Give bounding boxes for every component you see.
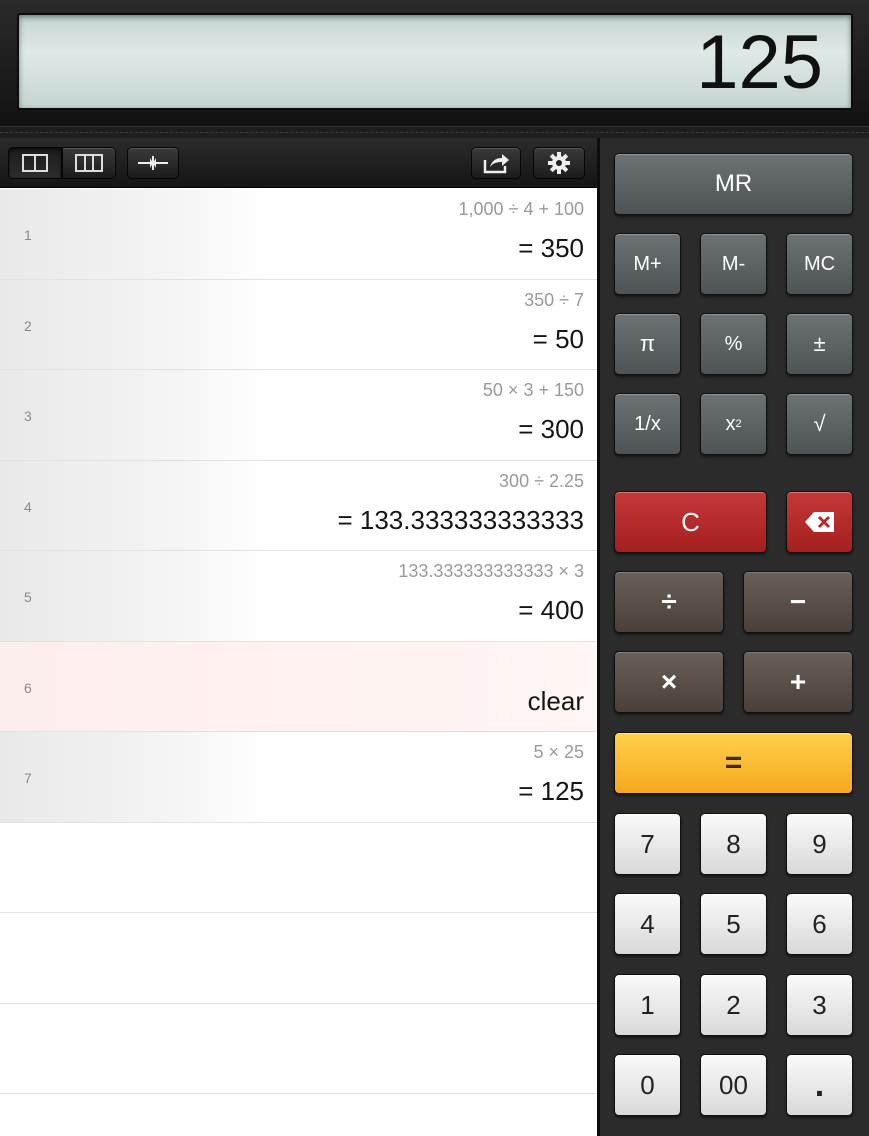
multiply-button[interactable]: ×	[614, 651, 724, 713]
row-result: = 400	[518, 595, 584, 625]
add-button[interactable]: +	[743, 651, 853, 713]
double-zero-button[interactable]: 00	[700, 1054, 767, 1116]
history-row-clear[interactable]: 6 clear	[0, 641, 597, 732]
row-index: 2	[24, 317, 32, 334]
layout-three-column-button[interactable]	[62, 147, 116, 179]
digit-3-button[interactable]: 3	[786, 974, 853, 1036]
plus-minus-button[interactable]: ±	[786, 313, 853, 375]
digit-9-button[interactable]: 9	[786, 813, 853, 875]
row-result: = 133.333333333333	[337, 504, 584, 535]
settings-button[interactable]	[533, 147, 585, 179]
square-root-button[interactable]: √	[786, 393, 853, 455]
percent-button[interactable]: %	[700, 313, 767, 375]
digit-4-button[interactable]: 4	[614, 893, 681, 955]
collapse-button[interactable]	[127, 147, 179, 179]
share-button[interactable]	[471, 147, 521, 179]
history-row-empty	[0, 913, 597, 1004]
history-row-empty	[0, 1003, 597, 1094]
display-screen: 125	[17, 13, 853, 110]
memory-recall-button[interactable]: MR	[614, 153, 853, 215]
backspace-icon	[804, 512, 834, 532]
digit-1-button[interactable]: 1	[614, 974, 681, 1036]
digit-7-button[interactable]: 7	[614, 813, 681, 875]
history-row[interactable]: 5 133.333333333333 × 3 = 400	[0, 551, 597, 642]
row-expression: 1,000 ÷ 4 + 100	[458, 199, 584, 219]
display-frame: 125	[0, 0, 869, 126]
row-expression: 5 × 25	[533, 742, 584, 762]
subtract-button[interactable]: −	[743, 571, 853, 633]
digit-5-button[interactable]: 5	[700, 893, 767, 955]
digit-6-button[interactable]: 6	[786, 893, 853, 955]
history-row[interactable]: 1 1,000 ÷ 4 + 100 = 350	[0, 189, 597, 280]
history-list: 1 1,000 ÷ 4 + 100 = 350 2 350 ÷ 7 = 50 3…	[0, 189, 597, 1136]
display-value: 125	[696, 20, 823, 105]
row-result: = 300	[518, 414, 584, 444]
square-base-label: x	[725, 412, 736, 435]
memory-subtract-button[interactable]: M-	[700, 233, 767, 295]
reciprocal-button[interactable]: 1/x	[614, 393, 681, 455]
three-column-layout-icon	[75, 154, 103, 172]
row-expression: 50 × 3 + 150	[482, 380, 584, 400]
history-panel: 1 1,000 ÷ 4 + 100 = 350 2 350 ÷ 7 = 50 3…	[0, 138, 597, 1136]
row-index: 7	[24, 770, 32, 786]
row-expression: 300 ÷ 2.25	[499, 470, 584, 491]
divide-button[interactable]: ÷	[614, 571, 724, 633]
row-index: 3	[24, 408, 32, 424]
gear-icon	[548, 152, 570, 174]
row-result: = 350	[518, 233, 584, 263]
memory-add-button[interactable]: M+	[614, 233, 681, 295]
layout-two-column-button[interactable]	[8, 147, 62, 179]
row-expression: 133.333333333333 × 3	[398, 561, 584, 581]
history-row[interactable]: 4 300 ÷ 2.25 = 133.333333333333	[0, 460, 597, 551]
backspace-button[interactable]	[786, 491, 853, 553]
history-toolbar	[0, 138, 597, 188]
collapse-arrows-icon	[138, 156, 168, 170]
row-index: 6	[24, 679, 32, 696]
decimal-point-button[interactable]: .	[786, 1054, 853, 1116]
row-index: 5	[24, 589, 32, 605]
pi-button[interactable]: π	[614, 313, 681, 375]
keypad: MR M+ M- MC π % ± 1/x x2 √ C ÷ − × + = 7…	[597, 138, 869, 1136]
history-row-empty	[0, 1094, 597, 1136]
square-exponent-label: 2	[735, 418, 742, 430]
row-index: 4	[24, 498, 32, 515]
digit-0-button[interactable]: 0	[614, 1054, 681, 1116]
divider	[0, 126, 869, 138]
history-row[interactable]: 7 5 × 25 = 125	[0, 732, 597, 823]
history-row[interactable]: 2 350 ÷ 7 = 50	[0, 279, 597, 370]
digit-8-button[interactable]: 8	[700, 813, 767, 875]
row-index: 1	[24, 227, 32, 243]
history-row-empty	[0, 822, 597, 913]
history-row[interactable]: 3 50 × 3 + 150 = 300	[0, 370, 597, 461]
equals-button[interactable]: =	[614, 732, 853, 794]
row-result: = 125	[518, 776, 584, 806]
row-expression: 350 ÷ 7	[524, 289, 584, 310]
row-result: = 50	[532, 323, 584, 354]
digit-2-button[interactable]: 2	[700, 974, 767, 1036]
row-result: clear	[527, 685, 584, 716]
memory-clear-button[interactable]: MC	[786, 233, 853, 295]
square-button[interactable]: x2	[700, 393, 767, 455]
clear-button[interactable]: C	[614, 491, 767, 553]
two-column-layout-icon	[22, 154, 48, 172]
share-icon	[483, 154, 509, 174]
